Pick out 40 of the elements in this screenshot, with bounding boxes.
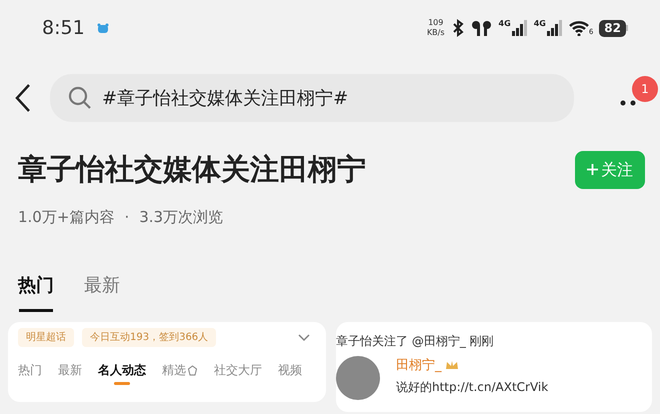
post-headline: 章子怡关注了 @田栩宁_ 刚刚 [336, 333, 495, 350]
plus-icon [587, 164, 598, 176]
subtab[interactable]: 名人动态 [98, 361, 146, 385]
pet-icon [96, 22, 109, 34]
earbuds-icon [470, 20, 493, 36]
topic-stat: 3.3万次浏览 [139, 206, 224, 228]
subtab[interactable]: 精选 [162, 361, 198, 385]
tab[interactable]: 最新 [84, 272, 120, 312]
signal-icon [546, 20, 563, 36]
search-icon [68, 86, 92, 110]
subtab[interactable]: 最新 [58, 361, 82, 385]
wifi-icon [568, 20, 589, 36]
subtab[interactable]: 视频 [278, 361, 302, 385]
status-time: 8:51 [42, 16, 85, 41]
topic-title: 章子怡社交媒体关注田栩宁 [18, 151, 366, 188]
topic-stat: · [124, 206, 130, 228]
network-type-label: 4G [498, 20, 511, 28]
badge-icon [187, 364, 198, 376]
topic-tag: 今日互动193，签到366人 [82, 328, 216, 347]
follow-button[interactable]: 关注 [575, 150, 645, 189]
back-icon[interactable] [14, 83, 32, 113]
bluetooth-icon [450, 19, 465, 37]
search-field[interactable]: #章子怡社交媒体关注田栩宁# [50, 74, 574, 122]
crown-icon [444, 360, 458, 372]
chevron-down-icon[interactable] [298, 334, 310, 342]
post-text: 说好的http://t.cn/AXtCrVik [396, 378, 548, 396]
topic-tag: 明星超话 [18, 328, 74, 347]
notification-badge: 1 [632, 76, 658, 102]
avatar-placeholder [336, 356, 380, 400]
search-query: #章子怡社交媒体关注田栩宁# [102, 86, 348, 110]
network-speed: 109 KB/s [426, 18, 445, 38]
subtab[interactable]: 社交大厅 [214, 361, 262, 385]
topic-stat: 1.0万+篇内容 [18, 206, 114, 228]
network-type-label: 4G [534, 20, 546, 28]
tab[interactable]: 热门 [18, 272, 54, 312]
more-icon[interactable] [620, 100, 636, 106]
battery-level: 82 [599, 20, 626, 36]
subtab[interactable]: 热门 [18, 361, 42, 385]
user-name[interactable]: 田栩宁_ [396, 356, 442, 376]
signal-icon [512, 20, 528, 36]
